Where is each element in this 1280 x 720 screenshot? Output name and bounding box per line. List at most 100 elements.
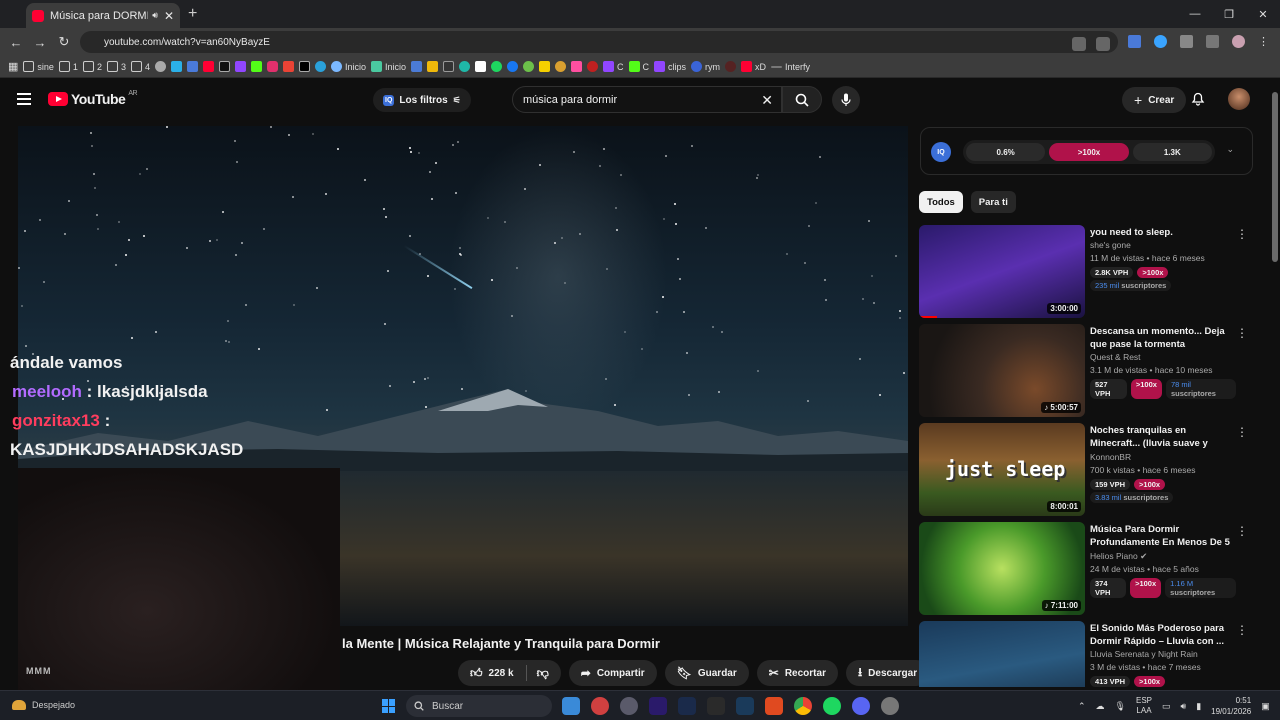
gmail-icon[interactable]	[282, 61, 294, 72]
star-icon[interactable]	[1096, 37, 1110, 51]
x-icon[interactable]	[298, 61, 310, 72]
install-icon[interactable]	[1072, 37, 1086, 51]
browser-tab[interactable]: Música para DORMIR PROF 🔊︎ ✕	[26, 3, 180, 28]
forward-icon[interactable]: →	[28, 35, 52, 50]
page-scrollbar[interactable]	[1270, 80, 1280, 690]
twitch-icon[interactable]	[234, 61, 246, 72]
speaker-icon[interactable]: 🔊︎	[152, 10, 158, 21]
create-button[interactable]: + Crear	[1122, 87, 1187, 113]
more-vertical-icon[interactable]: ⋮	[1236, 623, 1248, 637]
recommendation-item[interactable]: ♪ 5:00:57 Descansa un momento... Deja qu…	[919, 324, 1256, 423]
bookmark-item[interactable]: rym	[691, 61, 720, 72]
channel-name[interactable]: Quest & Rest	[1090, 351, 1236, 364]
site-icon[interactable]	[186, 61, 198, 72]
recommendation-item[interactable]: just sleep 8:00:01 Noches tranquilas en …	[919, 423, 1256, 522]
weather-widget[interactable]: Despejado	[12, 700, 75, 710]
notification-icon[interactable]: ▣	[1261, 701, 1270, 712]
download-button[interactable]: ⭳ Descargar	[845, 660, 930, 686]
channel-name[interactable]: KonnonBR	[1090, 451, 1236, 464]
bookmark-item[interactable]: Inicio	[371, 61, 406, 72]
youtube-logo[interactable]: YouTube AR	[48, 90, 138, 107]
address-bar[interactable]: youtube.com/watch?v=an60NyBayzE	[80, 31, 1118, 53]
bookmark-folder[interactable]: 3	[106, 61, 126, 72]
epic-games-icon[interactable]	[707, 697, 725, 715]
microphone-icon[interactable]: 🎙︎	[1115, 701, 1126, 712]
cloud-icon[interactable]: ☁	[1096, 701, 1105, 712]
bookmark-folder[interactable]: sine	[23, 61, 54, 72]
app-icon[interactable]	[591, 697, 609, 715]
recommendation-item[interactable]: El Sonido Más Poderoso para Dormir Rápid…	[919, 621, 1256, 687]
close-window-icon[interactable]: ✕	[1246, 0, 1280, 28]
instagram-icon[interactable]	[266, 61, 278, 72]
channel-name[interactable]: she's gone	[1090, 239, 1236, 252]
bookmark-item[interactable]: Interfy	[771, 62, 810, 72]
channel-name[interactable]: Lluvia Serenata y Night Rain	[1090, 648, 1236, 661]
channel-name[interactable]: Helios Piano ✔	[1090, 550, 1236, 563]
telegram-icon[interactable]	[314, 61, 326, 72]
photoshop-icon[interactable]	[678, 697, 696, 715]
back-icon[interactable]: ←	[4, 35, 28, 50]
site-icon[interactable]	[555, 61, 567, 72]
discord-icon[interactable]	[852, 697, 870, 715]
more-vertical-icon[interactable]: ⋮	[1236, 227, 1248, 241]
volume-icon[interactable]: 🔊︎	[1181, 701, 1187, 712]
extension-icon[interactable]	[1154, 35, 1167, 48]
site-icon[interactable]	[539, 61, 551, 72]
language-indicator[interactable]: ESP LAA	[1136, 696, 1152, 716]
clear-search-icon[interactable]: ✕	[761, 92, 773, 109]
kick-icon[interactable]	[250, 61, 262, 72]
site-icon[interactable]	[587, 61, 599, 72]
site-icon[interactable]	[443, 61, 455, 72]
recommendation-item[interactable]: ♪ 7:11:00 Música Para Dormir Profundamen…	[919, 522, 1256, 621]
menu-icon[interactable]	[17, 93, 31, 105]
video-thumbnail[interactable]: ♪ 7:11:00	[919, 522, 1085, 615]
close-tab-icon[interactable]: ✕	[164, 9, 174, 23]
facebook-icon[interactable]	[507, 61, 519, 72]
site-icon[interactable]	[475, 61, 487, 72]
notifications-bell-icon[interactable]	[1191, 91, 1205, 109]
site-icon[interactable]	[154, 61, 166, 72]
site-icon[interactable]	[725, 61, 737, 72]
share-button[interactable]: ➦ Compartir	[568, 660, 657, 686]
voice-search-button[interactable]	[832, 86, 860, 114]
filters-button[interactable]: IQ Los filtros ⚟	[373, 88, 471, 112]
more-vertical-icon[interactable]: ⋮	[1236, 326, 1248, 340]
site-icon[interactable]	[170, 61, 182, 72]
youtube-icon[interactable]	[202, 61, 214, 72]
video-thumbnail[interactable]: just sleep 8:00:01	[919, 423, 1085, 516]
video-title[interactable]: Descansa un momento... Deja que pase la …	[1090, 325, 1236, 351]
start-button[interactable]	[382, 699, 396, 713]
taskbar-search[interactable]: Buscar	[406, 695, 552, 717]
steam-icon[interactable]	[736, 697, 754, 715]
site-icon[interactable]	[411, 61, 423, 72]
chip-for-you[interactable]: Para ti	[970, 191, 1016, 213]
video-thumbnail[interactable]: 3:00:00	[919, 225, 1085, 318]
save-button[interactable]: 🔖︎ Guardar	[664, 660, 749, 686]
bookmark-folder[interactable]: 1	[58, 61, 78, 72]
video-title[interactable]: Noches tranquilas en Minecraft... (lluvi…	[1090, 424, 1236, 451]
chip-all[interactable]: Todos	[919, 191, 963, 213]
video-title[interactable]: El Sonido Más Poderoso para Dormir Rápid…	[1090, 622, 1236, 648]
site-icon[interactable]	[491, 61, 503, 72]
video-title[interactable]: you need to sleep.	[1090, 226, 1236, 239]
bookmark-item[interactable]: C	[603, 61, 624, 72]
minimize-icon[interactable]: —	[1178, 0, 1212, 28]
bookmark-item[interactable]: C	[628, 61, 649, 72]
search-input[interactable]: música para dormir ✕	[512, 86, 782, 113]
clip-button[interactable]: ✂ Recortar	[756, 660, 838, 686]
app-icon[interactable]	[620, 697, 638, 715]
video-title[interactable]: Música Para Dormir Profundamente En Meno…	[1090, 523, 1236, 550]
video-thumbnail[interactable]: ♪ 5:00:57	[919, 324, 1085, 417]
thumbs-down-icon[interactable]: 👎︎	[537, 666, 549, 681]
more-vertical-icon[interactable]: ⋮	[1236, 524, 1248, 538]
clock[interactable]: 0:51 19/01/2026	[1211, 695, 1251, 717]
menu-icon[interactable]: ⋮	[1258, 35, 1271, 48]
profile-icon[interactable]	[1232, 35, 1245, 48]
restore-icon[interactable]: ❐	[1212, 0, 1246, 28]
site-icon[interactable]	[523, 61, 535, 72]
puzzle-icon[interactable]	[1180, 35, 1193, 48]
spotify-icon[interactable]	[823, 697, 841, 715]
chevron-down-icon[interactable]: ⌄	[1226, 144, 1234, 155]
brave-icon[interactable]	[765, 697, 783, 715]
apps-icon[interactable]: ▦	[8, 60, 18, 73]
